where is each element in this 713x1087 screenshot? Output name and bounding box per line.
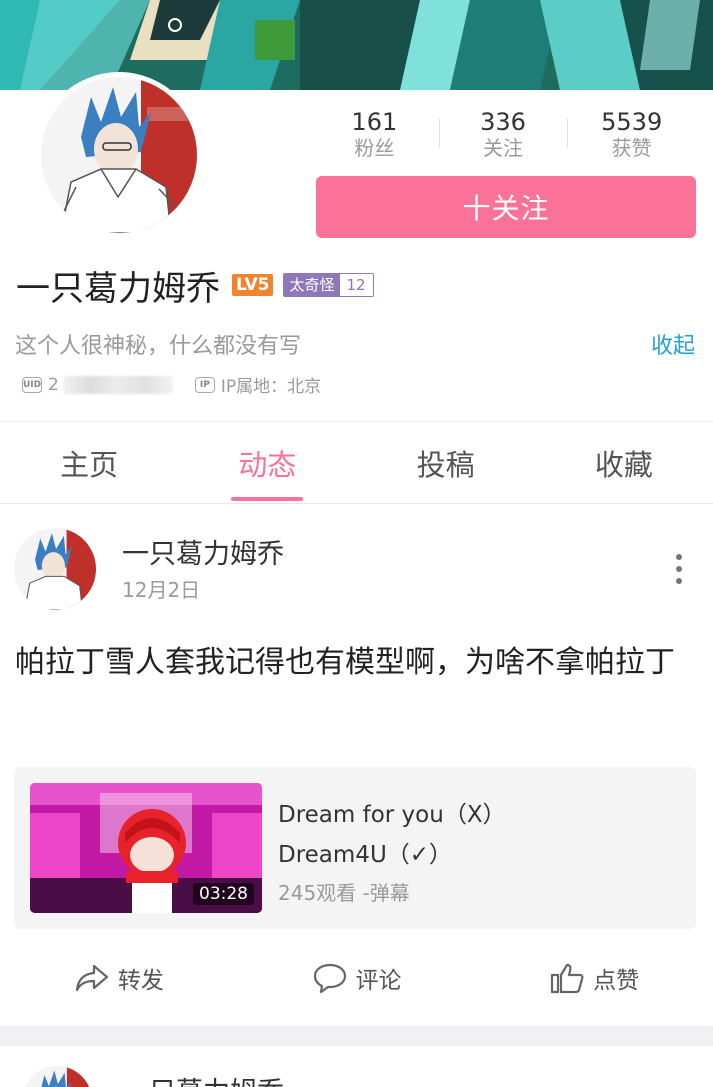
video-title-line1: Dream for you（X） <box>278 802 506 828</box>
video-duration: 03:28 <box>193 883 254 905</box>
stat-following[interactable]: 336 关注 <box>438 108 568 164</box>
post-author-avatar[interactable] <box>14 528 96 610</box>
profile-tabs: 主页 动态 投稿 收藏 <box>0 422 713 504</box>
video-stats: 245观看 -弹幕 <box>278 881 410 905</box>
next-post-avatar[interactable] <box>22 1066 92 1087</box>
more-options-icon[interactable] <box>672 554 686 584</box>
post-author-name[interactable]: 一只葛力姆乔 <box>122 532 284 571</box>
user-meta: UID 2 IP IP属地：北京 <box>22 372 321 397</box>
medal-name: 太奇怪 <box>284 274 340 296</box>
stat-value: 161 <box>351 108 398 136</box>
ip-icon: IP <box>194 376 215 393</box>
ip-location: IP属地：北京 <box>220 377 322 397</box>
username-row: 一只葛力姆乔 LV5 太奇怪 12 <box>16 262 374 309</box>
uid-redacted <box>62 375 173 394</box>
stat-label: 关注 <box>483 136 523 160</box>
stat-label: 粉丝 <box>354 136 395 160</box>
next-post-author[interactable]: 一只葛力姆乔 <box>122 1070 284 1087</box>
tab-favorites[interactable]: 收藏 <box>535 422 713 503</box>
stat-value: 336 <box>480 108 526 136</box>
medal-level: 12 <box>339 274 373 296</box>
tab-home[interactable]: 主页 <box>0 422 178 503</box>
username: 一只葛力姆乔 <box>16 268 220 309</box>
post-date: 12月2日 <box>122 578 201 602</box>
like-button[interactable]: 点赞 <box>475 948 713 1008</box>
level-badge: LV5 <box>232 274 274 296</box>
stat-value: 5539 <box>601 108 663 136</box>
post-text: 帕拉丁雪人套我记得也有模型啊，为啥不拿帕拉丁 <box>15 645 675 680</box>
stat-followers[interactable]: 161 粉丝 <box>310 108 439 164</box>
uid-prefix: 2 <box>48 374 59 395</box>
profile-stats: 161 粉丝 336 关注 5539 获赞 <box>310 108 696 164</box>
comment-label: 评论 <box>355 968 402 994</box>
video-card[interactable]: 03:28 Dream for you（X） Dream4U（✓） 245观看 … <box>14 767 696 929</box>
user-signature: 这个人很神秘，什么都没有写 <box>15 334 302 359</box>
comment-icon <box>313 963 346 994</box>
like-label: 点赞 <box>593 968 640 994</box>
uid-icon: UID <box>22 376 42 393</box>
repost-button[interactable]: 转发 <box>0 948 238 1008</box>
post-actions: 转发 评论 点赞 <box>0 948 713 1008</box>
tab-uploads[interactable]: 投稿 <box>357 422 535 503</box>
stat-likes: 5539 获赞 <box>567 108 696 164</box>
video-title-line2: Dream4U（✓） <box>278 842 453 868</box>
fan-medal[interactable]: 太奇怪 12 <box>283 273 374 297</box>
feed-separator <box>0 1026 713 1046</box>
user-avatar[interactable] <box>36 72 202 238</box>
tab-dynamics[interactable]: 动态 <box>178 422 356 503</box>
video-thumbnail: 03:28 <box>30 783 262 913</box>
repost-label: 转发 <box>117 968 164 994</box>
stat-label: 获赞 <box>611 136 652 160</box>
share-icon <box>75 964 108 992</box>
collapse-link[interactable]: 收起 <box>651 328 695 360</box>
follow-button[interactable]: 十关注 <box>316 176 696 238</box>
thumbs-up-icon <box>551 963 584 994</box>
comment-button[interactable]: 评论 <box>238 948 476 1008</box>
